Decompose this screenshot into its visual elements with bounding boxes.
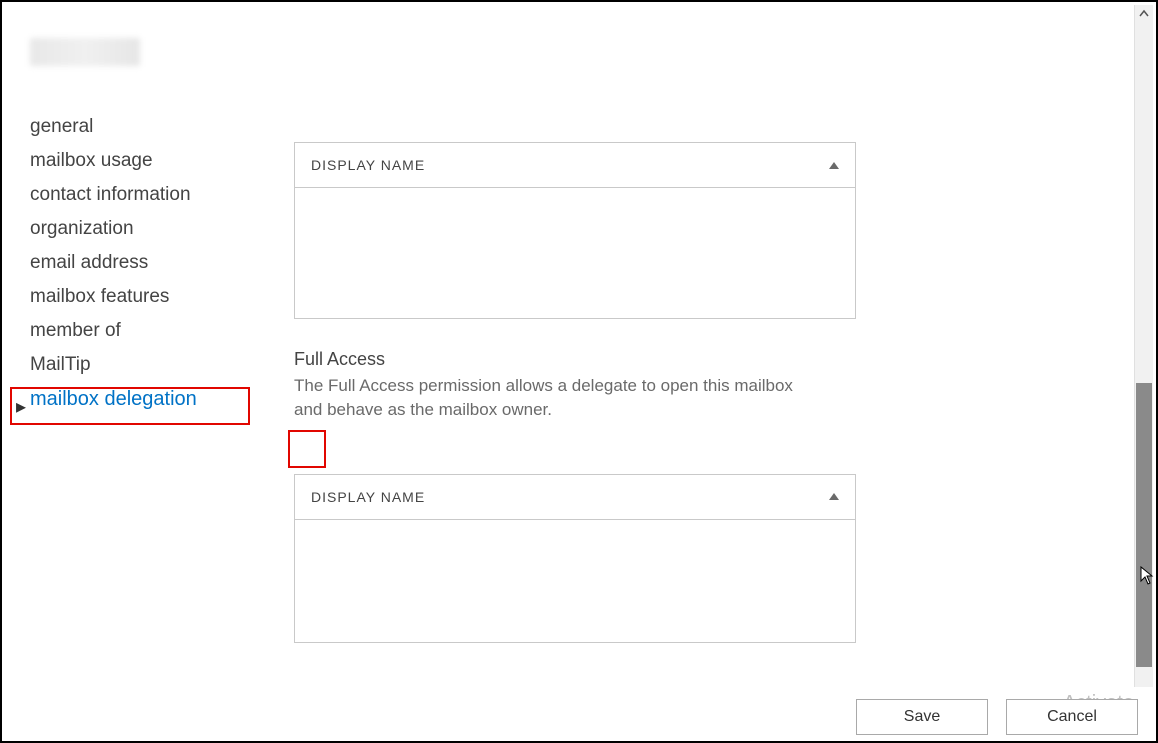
sort-ascending-icon <box>829 162 839 169</box>
sidebar-item-member-of[interactable]: member of <box>30 314 255 348</box>
selected-indicator-icon: ▸ <box>16 394 26 419</box>
plus-icon <box>297 107 317 127</box>
dialog-title-blurred <box>30 38 140 66</box>
full-access-list-header[interactable]: DISPLAY NAME <box>295 475 855 520</box>
sidebar-item-mailbox-usage[interactable]: mailbox usage <box>30 144 255 178</box>
section1-list-body[interactable] <box>295 188 855 318</box>
scrollbar[interactable] <box>1134 5 1153 687</box>
sidebar-nav: general mailbox usage contact informatio… <box>30 110 255 417</box>
full-access-description: The Full Access permission allows a dele… <box>294 374 824 422</box>
full-access-column-label: DISPLAY NAME <box>311 489 425 505</box>
plus-icon <box>297 439 317 459</box>
sidebar-item-general[interactable]: general <box>30 110 255 144</box>
section1-remove-button[interactable] <box>326 104 352 130</box>
full-access-list: DISPLAY NAME <box>294 474 856 643</box>
sidebar-item-email-address[interactable]: email address <box>30 246 255 280</box>
section1-toolbar <box>294 104 874 130</box>
dialog-frame: general mailbox usage contact informatio… <box>0 0 1158 743</box>
button-bar: Save Cancel <box>2 689 1156 741</box>
section1-list: DISPLAY NAME <box>294 142 856 319</box>
full-access-add-button[interactable] <box>294 436 320 462</box>
sidebar-item-contact-information[interactable]: contact information <box>30 178 255 212</box>
full-access-heading: Full Access <box>294 349 874 370</box>
minus-icon <box>329 107 349 127</box>
sidebar-item-organization[interactable]: organization <box>30 212 255 246</box>
sidebar-item-label: mailbox delegation <box>30 388 197 410</box>
scroll-up-icon[interactable] <box>1135 5 1153 23</box>
section1-column-label: DISPLAY NAME <box>311 157 425 173</box>
section1-add-button[interactable] <box>294 104 320 130</box>
sidebar-item-mailbox-features[interactable]: mailbox features <box>30 280 255 314</box>
sort-ascending-icon <box>829 493 839 500</box>
full-access-list-body[interactable] <box>295 520 855 642</box>
cancel-button[interactable]: Cancel <box>1006 699 1138 735</box>
scroll-thumb[interactable] <box>1136 383 1152 667</box>
full-access-remove-button[interactable] <box>326 436 352 462</box>
sidebar-item-mailtip[interactable]: MailTip <box>30 348 255 382</box>
minus-icon <box>329 439 349 459</box>
full-access-toolbar <box>294 436 874 462</box>
content-area: DISPLAY NAME Full Access The Full Access… <box>294 104 874 643</box>
sidebar-item-mailbox-delegation[interactable]: ▸ mailbox delegation <box>30 382 255 417</box>
section1-list-header[interactable]: DISPLAY NAME <box>295 143 855 188</box>
save-button[interactable]: Save <box>856 699 988 735</box>
